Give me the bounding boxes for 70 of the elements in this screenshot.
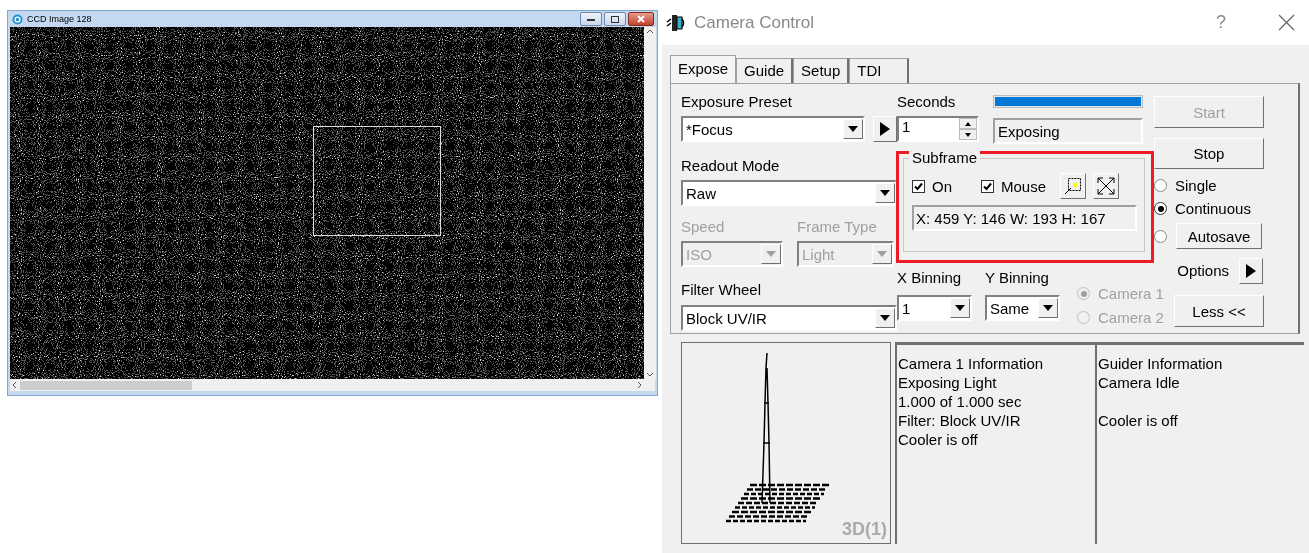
field-label: Exposure Preset	[681, 93, 793, 111]
radio-label[interactable]: Continuous	[1175, 200, 1251, 217]
minimize-button[interactable]	[580, 12, 602, 26]
dialog-title: Camera Control	[694, 12, 815, 33]
close-icon[interactable]	[1278, 14, 1295, 31]
maximize-button[interactable]	[604, 12, 626, 26]
select-region-icon[interactable]	[1060, 173, 1087, 199]
info-line: 1.000 of 1.000 sec	[898, 392, 1023, 411]
full-frame-icon[interactable]	[1093, 173, 1120, 199]
check-icon	[982, 180, 993, 192]
field-label: Speed	[681, 218, 726, 236]
checkbox[interactable]: On	[912, 177, 952, 195]
radio-button[interactable]	[1154, 202, 1167, 215]
preview-caption: 3D(1)	[842, 519, 887, 540]
field-label: Frame Type	[797, 218, 878, 236]
dropdown[interactable]: 1	[897, 295, 972, 321]
info-line: Guider Information	[1098, 354, 1224, 373]
preset-menu-button[interactable]	[873, 116, 897, 142]
autosave-button[interactable]: Autosave	[1176, 223, 1262, 249]
app-icon	[12, 13, 23, 25]
down-arrow-icon	[965, 132, 971, 137]
info-line: Cooler is off	[1098, 411, 1179, 430]
selection-rectangle[interactable]	[313, 126, 441, 236]
triangle-icon	[1246, 263, 1256, 279]
info-line: Cooler is off	[898, 430, 979, 449]
info-line: Camera 1 Information	[898, 354, 1045, 373]
field-label: Readout Mode	[681, 157, 781, 175]
radio-label[interactable]: Single	[1175, 177, 1217, 194]
info-line: Exposing Light	[898, 373, 998, 392]
horizontal-scrollbar[interactable]	[10, 379, 644, 391]
window-title: CCD Image 128	[27, 14, 93, 24]
help-button[interactable]: ?	[1216, 12, 1226, 33]
info-line: Filter: Block UV/IR	[898, 411, 1022, 430]
dropdown[interactable]: *Focus	[681, 116, 865, 142]
radio-button[interactable]	[1154, 229, 1167, 243]
options-label: Options	[1177, 262, 1229, 280]
check-icon	[913, 180, 924, 192]
vertical-scrollbar[interactable]	[644, 27, 656, 379]
close-button[interactable]	[628, 12, 654, 26]
maximize-icon	[611, 15, 619, 23]
tab[interactable]: Expose	[670, 55, 737, 83]
radio-button[interactable]	[1154, 179, 1167, 192]
field-label: Y Binning	[985, 269, 1050, 287]
checkbox[interactable]: Mouse	[981, 177, 1047, 195]
dropdown[interactable]: Block UV/IR	[681, 305, 897, 331]
dropdown[interactable]: Same	[985, 295, 1060, 321]
field-label: X Binning	[897, 269, 963, 287]
triangle-icon	[880, 121, 890, 137]
field-label: Filter Wheel	[681, 281, 763, 299]
group-title: Subframe	[909, 149, 981, 166]
up-arrow-icon	[965, 121, 971, 126]
minimize-icon	[587, 17, 595, 21]
scroll-right-icon[interactable]	[636, 381, 644, 389]
tab[interactable]: Guide	[736, 58, 794, 83]
scroll-left-icon[interactable]	[10, 381, 18, 389]
options-button[interactable]	[1239, 258, 1263, 284]
field-label: Seconds	[897, 93, 957, 111]
scrollbar-thumb[interactable]	[20, 380, 192, 390]
tab[interactable]: Setup	[793, 58, 850, 83]
dropdown[interactable]: Raw	[681, 180, 897, 206]
info-line: Camera Idle	[1098, 373, 1181, 392]
seconds-spinbox[interactable]: 1	[897, 116, 979, 142]
status-field: Exposing	[993, 118, 1143, 144]
less-button[interactable]: Less <<	[1174, 295, 1264, 327]
scroll-up-icon[interactable]	[646, 27, 654, 35]
scroll-down-icon[interactable]	[646, 371, 654, 379]
subframe-coordinates: X: 459 Y: 146 W: 193 H: 167	[912, 205, 1137, 231]
stop-button[interactable]: Stop	[1154, 138, 1264, 169]
close-icon	[637, 15, 645, 23]
tab[interactable]: TDI	[849, 58, 910, 83]
